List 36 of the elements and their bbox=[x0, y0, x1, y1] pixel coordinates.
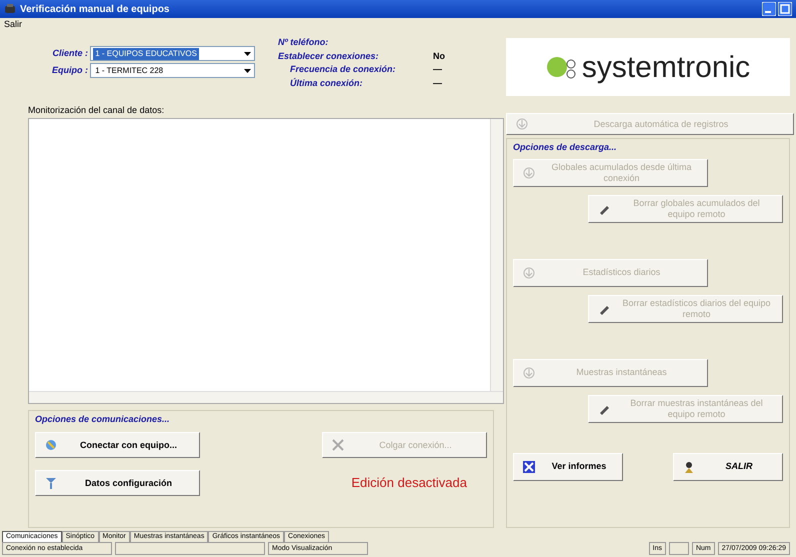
close-icon bbox=[331, 438, 345, 452]
info-value: — bbox=[433, 76, 442, 90]
minimize-icon[interactable] bbox=[762, 2, 776, 16]
push-button[interactable]: Ver informes bbox=[513, 452, 623, 480]
info-value: No bbox=[433, 50, 445, 62]
logo-dots-icon bbox=[546, 55, 576, 79]
app-icon bbox=[4, 3, 16, 15]
monitor-label: Monitorización del canal de datos: bbox=[28, 104, 166, 117]
maximize-icon[interactable] bbox=[778, 2, 792, 16]
info-label: Última conexión: bbox=[290, 76, 364, 90]
connect-icon bbox=[44, 438, 58, 452]
dropdown-field[interactable]: 1 - TERMITEC 228 bbox=[90, 63, 256, 78]
section-title: Opciones de descarga... bbox=[513, 141, 618, 154]
antenna-icon bbox=[44, 476, 58, 490]
push-button[interactable]: Datos configuración bbox=[35, 470, 200, 496]
field-label: Cliente : bbox=[51, 46, 88, 60]
download-icon bbox=[522, 266, 536, 280]
download-icon bbox=[522, 166, 536, 180]
push-button[interactable]: Conectar con equipo... bbox=[35, 432, 200, 458]
info-label: Nº teléfono: bbox=[278, 36, 330, 49]
dropdown-field[interactable]: 1 - EQUIPOS EDUCATIVOS bbox=[90, 46, 256, 61]
download-icon bbox=[522, 366, 536, 380]
push-button[interactable]: SALIR bbox=[673, 452, 783, 480]
info-label: Establecer conexiones: bbox=[278, 50, 380, 62]
menu-item[interactable]: Salir bbox=[4, 19, 22, 29]
logo-text: systemtronic bbox=[582, 50, 750, 86]
window-title: Verificación manual de equipos bbox=[20, 2, 170, 16]
download-icon bbox=[515, 117, 529, 131]
section-title: Opciones de comunicaciones... bbox=[35, 412, 171, 426]
report-icon bbox=[522, 460, 536, 474]
field-label: Equipo : bbox=[51, 64, 88, 77]
info-value: — bbox=[433, 63, 442, 76]
status-bar-panel bbox=[668, 542, 689, 555]
exit-icon bbox=[682, 460, 696, 474]
edit-status-text: Edición desactivada bbox=[351, 474, 467, 492]
info-label: Frecuencia de conexión: bbox=[290, 63, 397, 76]
